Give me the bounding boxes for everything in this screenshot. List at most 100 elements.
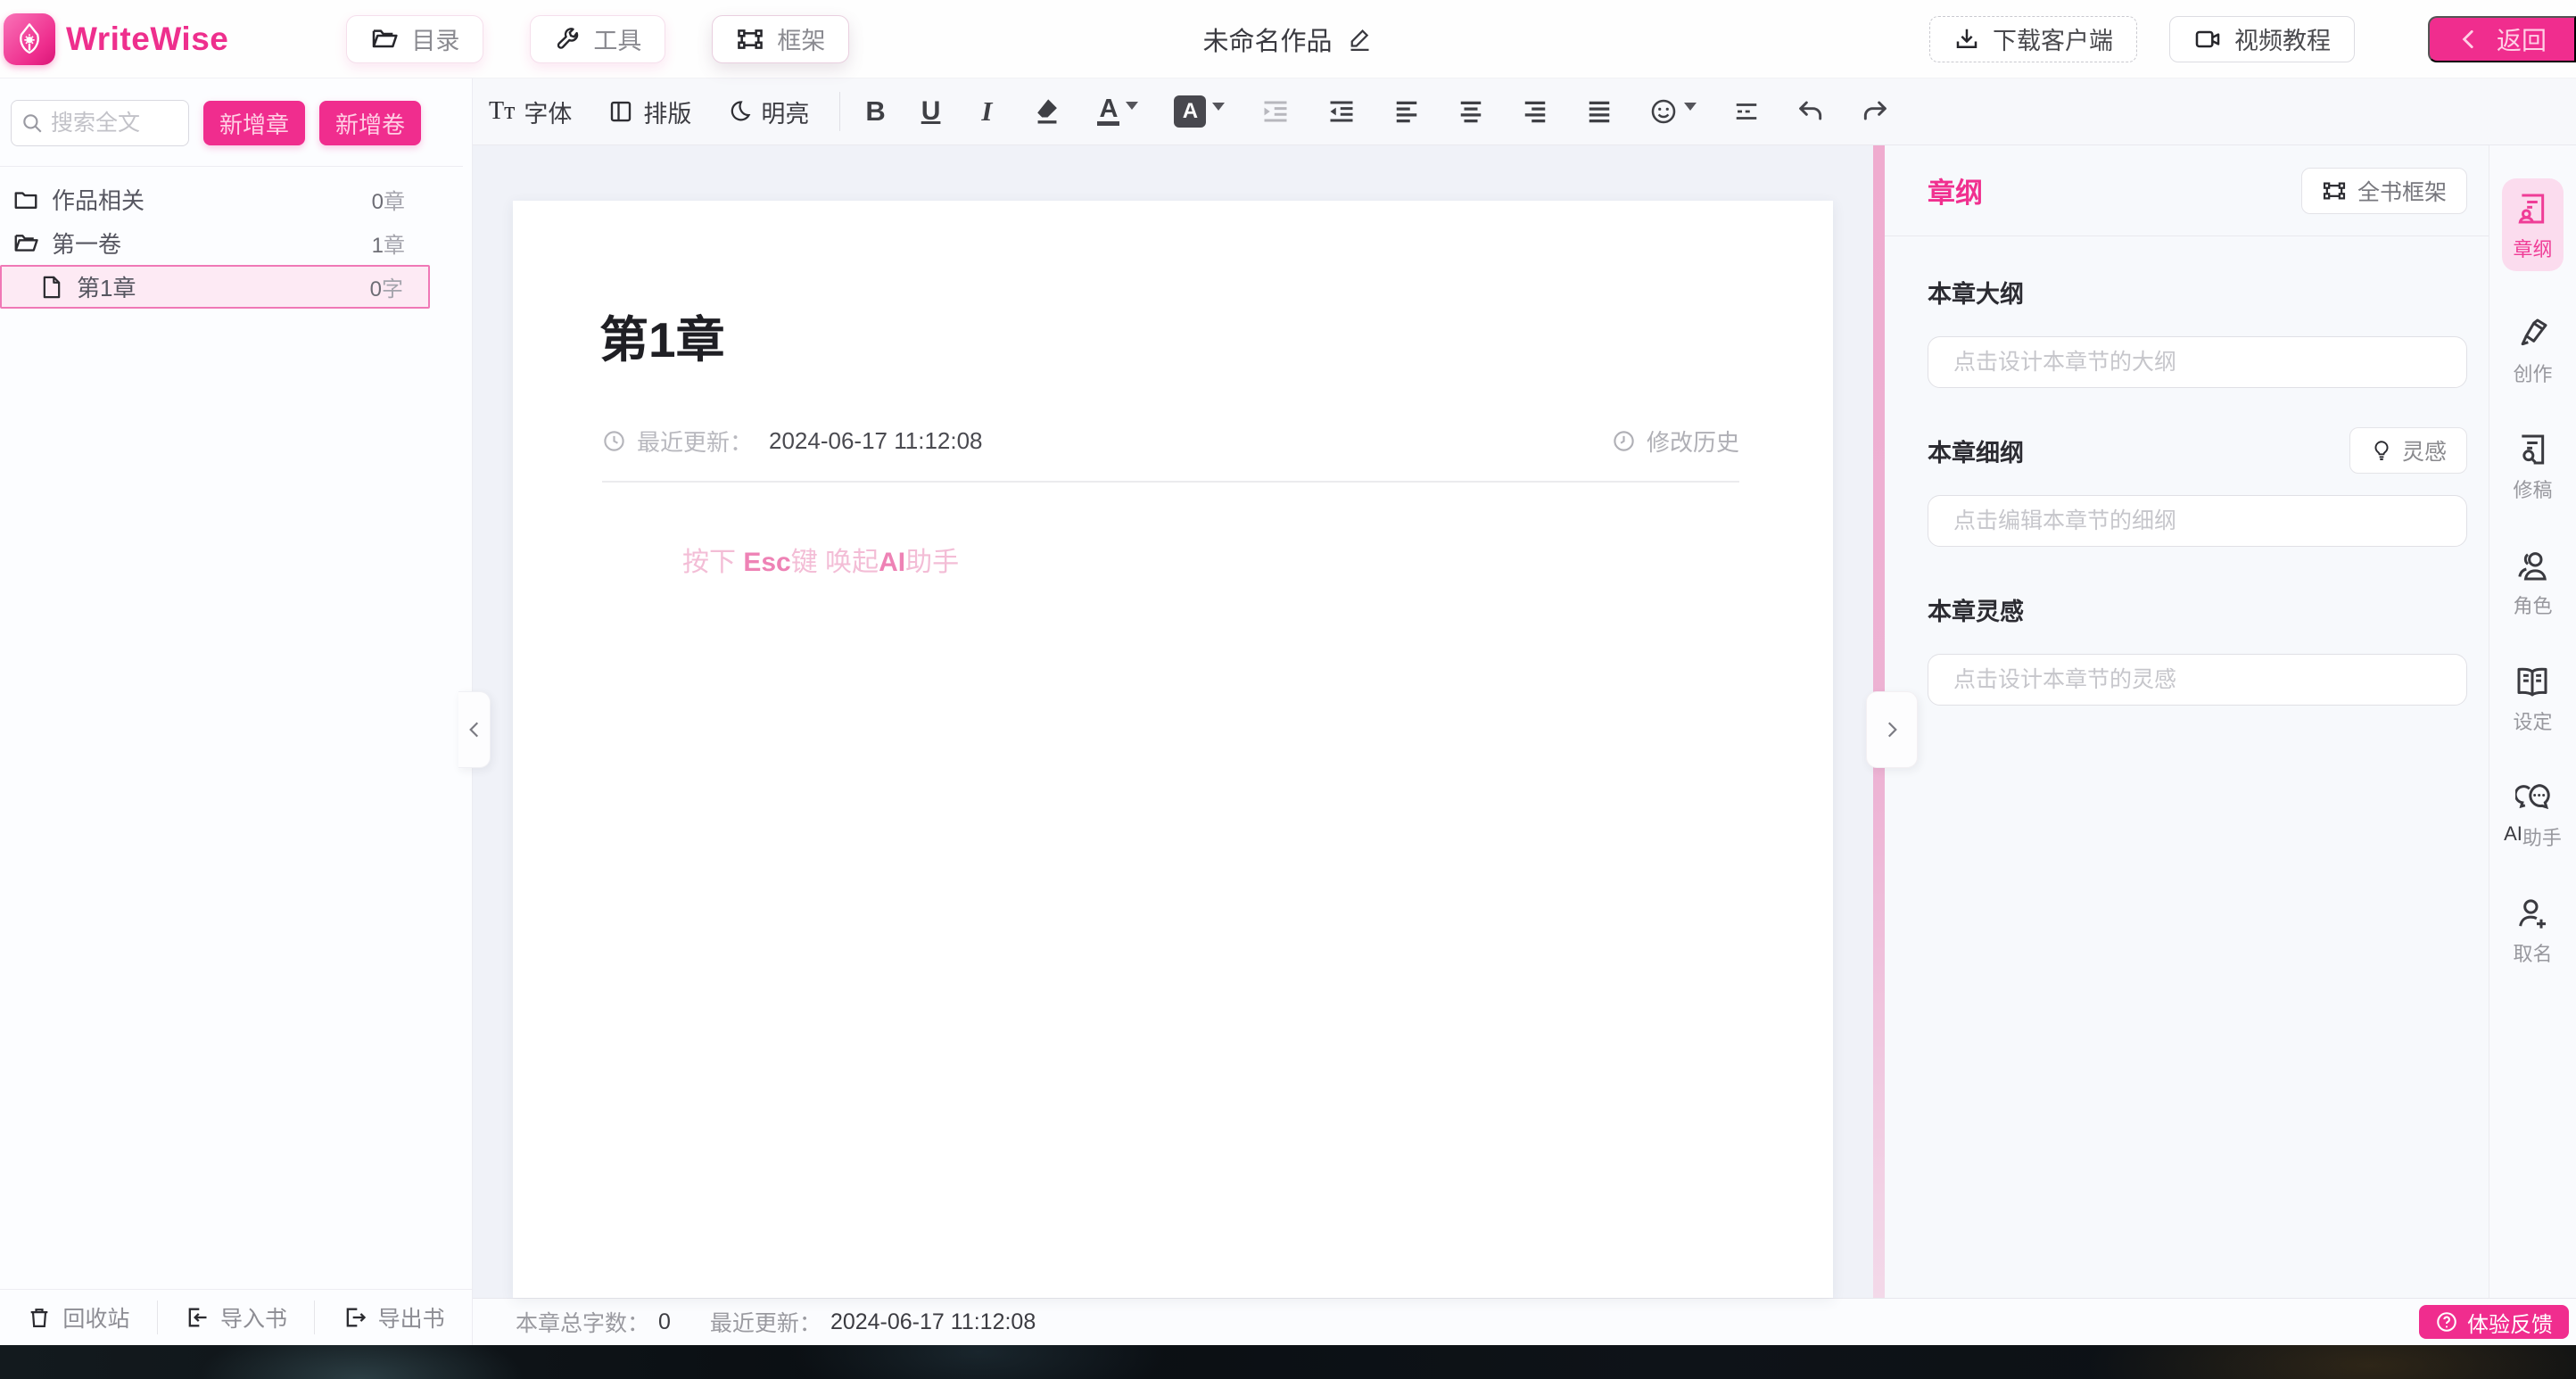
last-updated-value: 2024-06-17 11:12:08 [769,427,983,455]
align-right-button[interactable] [1521,98,1549,125]
rail-item-settings[interactable]: 设定 [2513,664,2552,735]
emoji-icon [1649,97,1678,126]
export-book-button[interactable]: 导出书 [315,1301,472,1334]
fill-color-button[interactable]: A [1174,95,1225,128]
tree-row-count: 0字 [370,271,403,302]
catalog-button[interactable]: 目录 [346,15,483,63]
rail-item-outline[interactable]: 章纲 [2502,178,2563,271]
section-label: 本章细纲 [1928,434,2024,468]
toolbar-separator [839,92,840,131]
section-inspiration-header: 本章灵感 [1928,584,2467,634]
document-page[interactable]: 第1章 最近更新： 2024-06-17 11:12:08 修改历史 [513,201,1833,1298]
text-color-button[interactable]: A [1097,97,1138,127]
tree-row-chapter-1-selected[interactable]: 第1章 0字 [0,265,430,309]
theme-toggle[interactable]: 明亮 [727,95,809,129]
last-updated-label: 最近更新： [637,425,753,458]
undo-icon [1796,97,1825,126]
moon-icon [727,99,752,124]
rail-item-label: 章纲 [2513,234,2552,262]
rail-item-naming[interactable]: 取名 [2513,896,2552,967]
redo-button[interactable] [1861,97,1889,126]
export-book-label: 导出书 [378,1301,445,1334]
bold-button[interactable]: B [865,95,885,128]
rail-item-ai-assistant[interactable]: AI助手 [2504,780,2562,851]
workspace: Tт 字体 排版 明亮 B U I [473,78,2576,1345]
frame-icon [736,25,764,54]
collapse-sidebar-handle[interactable] [458,691,491,768]
frame-button[interactable]: 框架 [712,15,849,63]
meta-divider [602,481,1739,483]
history-button[interactable]: 修改历史 [1612,425,1739,458]
align-center-button[interactable] [1457,98,1485,125]
book-frame-button[interactable]: 全书框架 [2301,168,2467,214]
chapter-outline-input[interactable] [1928,336,2467,388]
font-menu[interactable]: Tт 字体 [489,95,572,129]
dropdown-caret-icon [1126,102,1138,110]
indent-decrease-button[interactable] [1326,98,1357,125]
collapse-outline-handle[interactable] [1866,691,1918,768]
tools-label: 工具 [593,21,641,56]
edit-title-icon[interactable] [1347,26,1374,53]
emoji-button[interactable] [1649,97,1697,126]
chapter-sidebar: 新增章 新增卷 作品相关 0章 第一卷 1章 第1章 0字 [0,78,473,1345]
inspiration-button[interactable]: 灵感 [2349,427,2467,474]
status-bar: 本章总字数： 0 最近更新： 2024-06-17 11:12:08 体验反馈 [473,1298,2576,1345]
rail-item-label: 修稿 [2513,475,2552,503]
editor-placeholder[interactable]: 按下 Esc键 唤起AI助手 [682,540,1833,579]
add-chapter-button[interactable]: 新增章 [203,101,305,145]
chapter-detail-input[interactable] [1928,495,2467,547]
undo-button[interactable] [1796,97,1825,126]
underline-button[interactable]: U [921,96,941,127]
last-updated-group: 最近更新： 2024-06-17 11:12:08 [602,425,983,458]
search-input[interactable] [51,111,167,136]
dropdown-caret-icon [1684,103,1697,111]
tools-button[interactable]: 工具 [530,15,665,63]
chapter-inspiration-input[interactable] [1928,654,2467,706]
horizontal-rule-button[interactable] [1732,98,1761,125]
rail-item-label: 创作 [2513,359,2552,387]
search-box[interactable] [11,100,189,146]
marker-pen-icon [2514,316,2550,351]
indent-increase-button[interactable] [1260,98,1291,125]
chapter-heading[interactable]: 第1章 [599,300,1833,371]
feedback-button[interactable]: 体验反馈 [2419,1305,2569,1339]
trash-icon [27,1305,52,1330]
font-menu-label: 字体 [524,95,572,129]
brand-name: WriteWise [66,21,228,58]
rail-item-writing[interactable]: 创作 [2513,316,2552,387]
rail-item-revise[interactable]: 修稿 [2513,432,2552,503]
video-tutorial-button[interactable]: 视频教程 [2169,16,2355,62]
layout-menu[interactable]: 排版 [607,95,691,129]
back-button[interactable]: 返回 [2428,16,2576,62]
question-circle-icon [2435,1310,2458,1334]
document-title-group: 未命名作品 [1202,21,1373,58]
sidebar-divider [0,166,463,167]
section-detail-header: 本章细纲 灵感 [1928,425,2467,475]
format-group: B U I A A [865,95,1889,128]
align-center-icon [1457,98,1485,125]
recycle-bin-button[interactable]: 回收站 [0,1301,157,1334]
brand: WriteWise [0,13,228,65]
highlight-eraser-button[interactable] [1033,96,1061,127]
download-client-button[interactable]: 下载客户端 [1929,16,2137,62]
header-nav: 目录 工具 框架 [346,15,849,63]
indent-increase-icon [1260,98,1291,125]
align-left-button[interactable] [1392,98,1421,125]
status-updated-value: 2024-06-17 11:12:08 [830,1309,1036,1335]
import-book-button[interactable]: 导入书 [158,1301,315,1334]
align-justify-button[interactable] [1585,98,1614,125]
word-count-label: 本章总字数： [516,1306,649,1338]
rail-item-label: AI助手 [2504,822,2562,851]
rail-item-characters[interactable]: 角色 [2513,548,2552,619]
document-title: 未命名作品 [1202,21,1332,58]
sidebar-search-row: 新增章 新增卷 [11,100,472,146]
horizontal-rule-icon [1732,98,1761,125]
folder-open-icon [12,230,39,257]
italic-button[interactable]: I [976,95,997,128]
tree-row-work-related[interactable]: 作品相关 0章 [0,178,430,221]
tree-row-volume-1[interactable]: 第一卷 1章 [0,221,430,265]
add-volume-button[interactable]: 新增卷 [319,101,421,145]
doc-magnifier-icon [2514,432,2550,467]
outline-panel-body: 本章大纲 本章细纲 灵感 [1885,236,2489,706]
chevron-right-icon [1880,718,1903,741]
